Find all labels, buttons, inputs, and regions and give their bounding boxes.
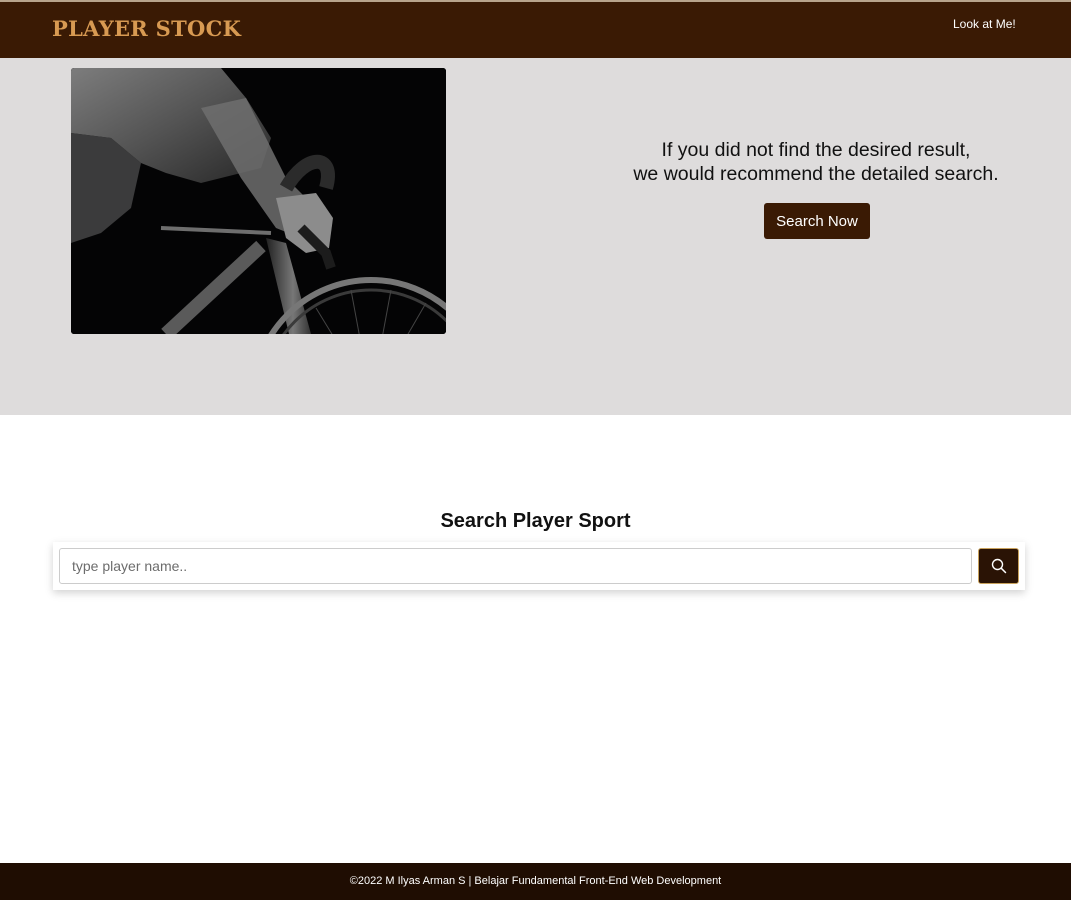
- search-now-button[interactable]: Search Now: [764, 203, 870, 239]
- brand-logo[interactable]: PLAYER STOCK: [52, 16, 241, 41]
- cyclist-photo: [71, 68, 446, 334]
- footer: ©2022 M Ilyas Arman S | Belajar Fundamen…: [0, 863, 1071, 900]
- search-title: Search Player Sport: [440, 510, 631, 532]
- search-bar: [53, 542, 1025, 590]
- hero-section: If you did not find the desired result, …: [0, 58, 1071, 415]
- hero-image: [71, 68, 446, 334]
- hero-message-line2: we would recommend the detailed search.: [633, 163, 999, 185]
- nav-link-look-at-me[interactable]: Look at Me!: [953, 17, 1016, 31]
- search-submit-button[interactable]: [978, 548, 1019, 584]
- hero-message: If you did not find the desired result, …: [600, 138, 1032, 186]
- app-bar: PLAYER STOCK Look at Me!: [0, 0, 1071, 58]
- search-icon: [991, 558, 1006, 574]
- hero-message-line1: If you did not find the desired result,: [661, 139, 971, 161]
- footer-text: ©2022 M Ilyas Arman S | Belajar Fundamen…: [349, 875, 722, 887]
- search-input[interactable]: [59, 548, 972, 584]
